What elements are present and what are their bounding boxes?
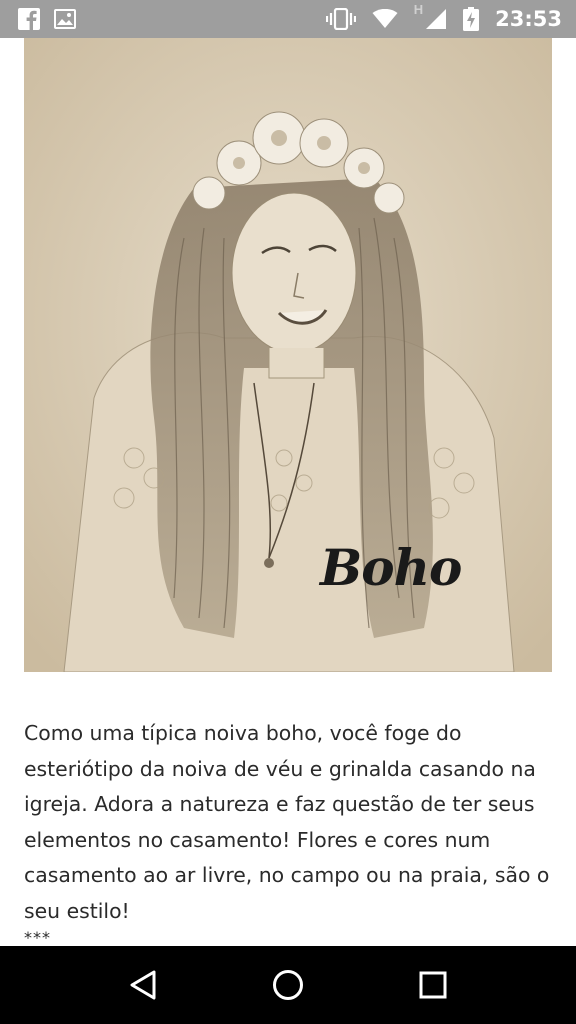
boho-caption: Boho — [320, 538, 462, 597]
home-icon — [272, 970, 303, 1000]
wifi-icon — [372, 9, 398, 29]
gallery-icon — [54, 9, 76, 29]
facebook-icon — [18, 8, 40, 30]
sketch-drawing — [24, 38, 552, 672]
boho-bride-illustration[interactable]: Boho — [24, 38, 552, 672]
signal-indicator: H — [414, 2, 447, 30]
notification-icons — [0, 8, 76, 30]
recents-button[interactable] — [403, 955, 463, 1015]
article-content[interactable]: Boho Como uma típica noiva boho, você fo… — [0, 38, 576, 946]
battery-charging-icon — [463, 7, 480, 31]
system-status: H 23:53 — [325, 2, 576, 31]
navigation-bar — [0, 946, 576, 1024]
network-type-label: H — [413, 2, 424, 17]
signal-icon — [426, 9, 447, 29]
home-button[interactable] — [258, 955, 318, 1015]
recents-icon — [419, 971, 447, 999]
section-separator: *** — [24, 928, 51, 946]
back-icon — [130, 970, 156, 1000]
article-paragraph: Como uma típica noiva boho, você foge do… — [24, 721, 550, 923]
status-bar: H 23:53 — [0, 0, 576, 38]
back-button[interactable] — [113, 955, 173, 1015]
vibrate-icon — [325, 8, 356, 30]
clock: 23:53 — [495, 7, 562, 31]
